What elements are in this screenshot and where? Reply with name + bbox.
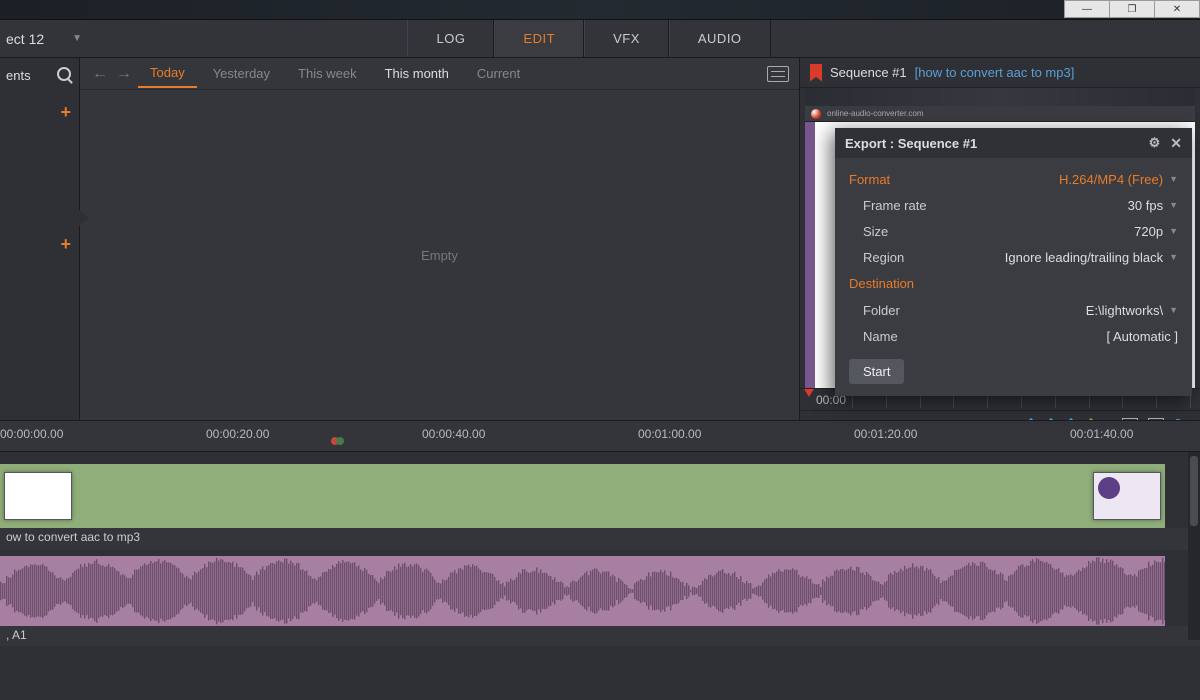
- format-header: Format: [849, 166, 890, 193]
- window-maximize-button[interactable]: ❐: [1109, 0, 1155, 18]
- timeline-scrollbar[interactable]: [1188, 452, 1200, 640]
- playhead-indicator[interactable]: [331, 433, 344, 448]
- filter-this-week[interactable]: This week: [286, 60, 369, 87]
- titlebar-blur: [0, 0, 1200, 20]
- window-minimize-button[interactable]: —: [1064, 0, 1110, 18]
- close-icon[interactable]: ✕: [1170, 135, 1182, 152]
- window-controls: — ❐ ✕: [1064, 0, 1200, 20]
- tab-edit[interactable]: EDIT: [494, 20, 584, 57]
- frame-rate-label: Frame rate: [849, 198, 927, 213]
- timeline-ruler[interactable]: 00:00:00.00 00:00:20.00 00:00:40.00 00:0…: [0, 420, 1200, 452]
- export-dialog: Export : Sequence #1 ⚙ ✕ Format H.264/MP…: [835, 128, 1192, 396]
- folder-label: Folder: [849, 303, 900, 318]
- audio-track[interactable]: [0, 556, 1165, 626]
- size-label: Size: [849, 224, 888, 239]
- ruler-mark: 00:01:40.00: [1070, 427, 1133, 441]
- empty-label: Empty: [421, 248, 458, 263]
- panel-collapse-notch[interactable]: [79, 210, 89, 226]
- window-close-button[interactable]: ✕: [1154, 0, 1200, 18]
- nav-forward-icon[interactable]: →: [114, 65, 134, 83]
- timeline: 00:00:00.00 00:00:20.00 00:00:40.00 00:0…: [0, 420, 1200, 700]
- waveform: [0, 556, 1165, 626]
- destination-header: Destination: [849, 270, 1178, 297]
- name-field[interactable]: [ Automatic ]: [1106, 329, 1178, 344]
- content-browser: ← → Today Yesterday This week This month…: [80, 58, 800, 420]
- export-titlebar[interactable]: Export : Sequence #1 ⚙ ✕: [835, 128, 1192, 158]
- folder-dropdown[interactable]: E:\lightworks\▼: [1086, 303, 1178, 318]
- format-dropdown[interactable]: H.264/MP4 (Free)▼: [1059, 172, 1178, 187]
- add-clip-button[interactable]: +: [60, 234, 71, 255]
- tab-log[interactable]: LOG: [407, 20, 494, 57]
- sequence-title: Sequence #1: [830, 65, 907, 80]
- project-selector[interactable]: ect 12 ▼: [0, 20, 98, 57]
- region-dropdown[interactable]: Ignore leading/trailing black▼: [1005, 250, 1178, 265]
- sequence-header: Sequence #1 [how to convert aac to mp3]: [800, 58, 1200, 88]
- project-name: ect 12: [6, 31, 44, 47]
- chevron-down-icon: ▼: [72, 33, 82, 44]
- ruler-mark: 00:01:00.00: [638, 427, 701, 441]
- gear-icon[interactable]: ⚙: [1149, 135, 1161, 151]
- search-icon[interactable]: [57, 67, 71, 81]
- ruler-mark: 00:00:20.00: [206, 427, 269, 441]
- playhead-marker-icon[interactable]: [804, 389, 814, 397]
- video-track[interactable]: [0, 464, 1165, 528]
- browser-body: Empty: [80, 90, 799, 420]
- name-label: Name: [849, 329, 898, 344]
- bins-panel: ents + +: [0, 58, 80, 420]
- export-title-text: Export : Sequence #1: [845, 136, 977, 151]
- scrollbar-thumb[interactable]: [1190, 456, 1198, 526]
- tab-vfx[interactable]: VFX: [584, 20, 669, 57]
- size-dropdown[interactable]: 720p▼: [1134, 224, 1178, 239]
- tab-audio[interactable]: AUDIO: [669, 20, 771, 57]
- filter-bar: ← → Today Yesterday This week This month…: [80, 58, 799, 90]
- filter-yesterday[interactable]: Yesterday: [201, 60, 282, 87]
- nav-back-icon[interactable]: ←: [90, 65, 110, 83]
- ruler-mark: 00:01:20.00: [854, 427, 917, 441]
- region-label: Region: [849, 250, 904, 265]
- filter-today[interactable]: Today: [138, 59, 197, 88]
- clip-thumb-end: [1093, 472, 1161, 520]
- start-button[interactable]: Start: [849, 359, 904, 384]
- sequence-link[interactable]: [how to convert aac to mp3]: [915, 65, 1075, 80]
- clip-thumb-start: [4, 472, 72, 520]
- ruler-mark: 00:00:40.00: [422, 427, 485, 441]
- video-clip-label: ow to convert aac to mp3: [6, 530, 140, 544]
- workspace-tabs: LOG EDIT VFX AUDIO: [407, 20, 770, 57]
- frame-rate-dropdown[interactable]: 30 fps▼: [1128, 198, 1178, 213]
- audio-clip-label: , A1: [6, 628, 27, 642]
- view-mode-icon[interactable]: [767, 66, 789, 82]
- bookmark-icon[interactable]: [810, 64, 822, 82]
- menubar: ect 12 ▼ LOG EDIT VFX AUDIO: [0, 20, 1200, 58]
- add-bin-button[interactable]: +: [60, 102, 71, 123]
- filter-current[interactable]: Current: [465, 60, 532, 87]
- filter-this-month[interactable]: This month: [373, 60, 461, 87]
- ruler-mark: 00:00:00.00: [0, 427, 63, 441]
